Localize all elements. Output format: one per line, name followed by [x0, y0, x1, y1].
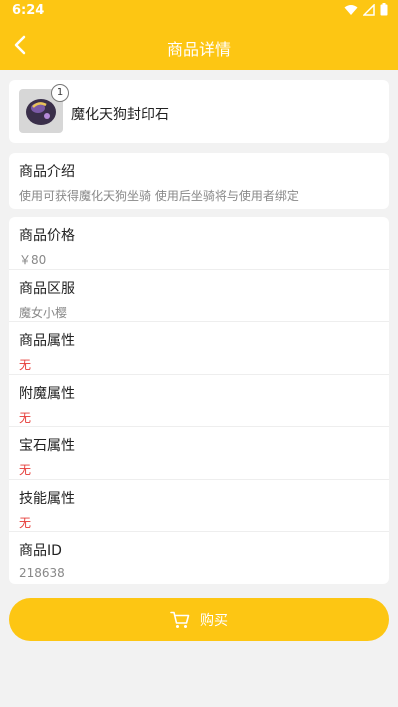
detail-label: 技能属性 — [19, 490, 75, 507]
detail-label: 商品价格 — [19, 228, 75, 244]
signal-icon — [363, 3, 375, 16]
item-name: 魔化天狗封印石 — [71, 107, 169, 123]
status-icons — [344, 3, 388, 16]
status-bar: 6:24 — [0, 0, 398, 22]
wifi-icon — [344, 4, 358, 15]
detail-row-id: 商品ID 218638 — [9, 532, 389, 585]
detail-label: 商品区服 — [19, 280, 75, 297]
intro-text: 使用可获得魔化天狗坐骑 使用后坐骑将与使用者绑定 — [19, 189, 299, 203]
detail-label: 商品属性 — [19, 333, 75, 349]
detail-value: 无 — [19, 515, 32, 530]
detail-row-enchant: 附魔属性 无 — [9, 375, 389, 427]
item-thumbnail: 1 — [19, 84, 69, 133]
detail-row-gem: 宝石属性 无 — [9, 427, 389, 480]
page-title: 商品详情 — [166, 40, 231, 59]
quantity-badge: 1 — [51, 84, 69, 102]
detail-value: 218638 — [19, 566, 65, 580]
detail-row-skill: 技能属性 无 — [9, 480, 389, 532]
intro-label: 商品介绍 — [19, 164, 75, 180]
detail-row-price: 商品价格 ￥80 — [9, 217, 389, 270]
buy-button-label: 购买 — [200, 612, 228, 629]
buy-button[interactable]: 购买 — [9, 598, 389, 641]
intro-card: 商品介绍 使用可获得魔化天狗坐骑 使用后坐骑将与使用者绑定 — [9, 153, 389, 209]
detail-label: 宝石属性 — [19, 438, 75, 454]
detail-value: 无 — [19, 358, 32, 372]
status-time: 6:24 — [12, 3, 45, 18]
detail-label: 附魔属性 — [19, 385, 75, 402]
detail-row-attributes: 商品属性 无 — [9, 322, 389, 375]
details-card: 商品价格 ￥80 商品区服 魔女小樱 商品属性 无 附魔属性 无 宝石属性 无 … — [9, 217, 389, 584]
detail-value: 魔女小樱 — [19, 305, 68, 320]
app-bar: 6:24 商品详情 — [0, 0, 398, 70]
detail-value: ￥80 — [19, 253, 47, 267]
detail-label: 商品ID — [19, 543, 62, 559]
battery-icon — [380, 3, 388, 16]
detail-row-server: 商品区服 魔女小樱 — [9, 270, 389, 322]
item-card: 1 魔化天狗封印石 — [9, 80, 389, 143]
detail-value: 无 — [19, 463, 32, 477]
shopping-cart-icon — [170, 611, 190, 628]
detail-value: 无 — [19, 410, 32, 425]
